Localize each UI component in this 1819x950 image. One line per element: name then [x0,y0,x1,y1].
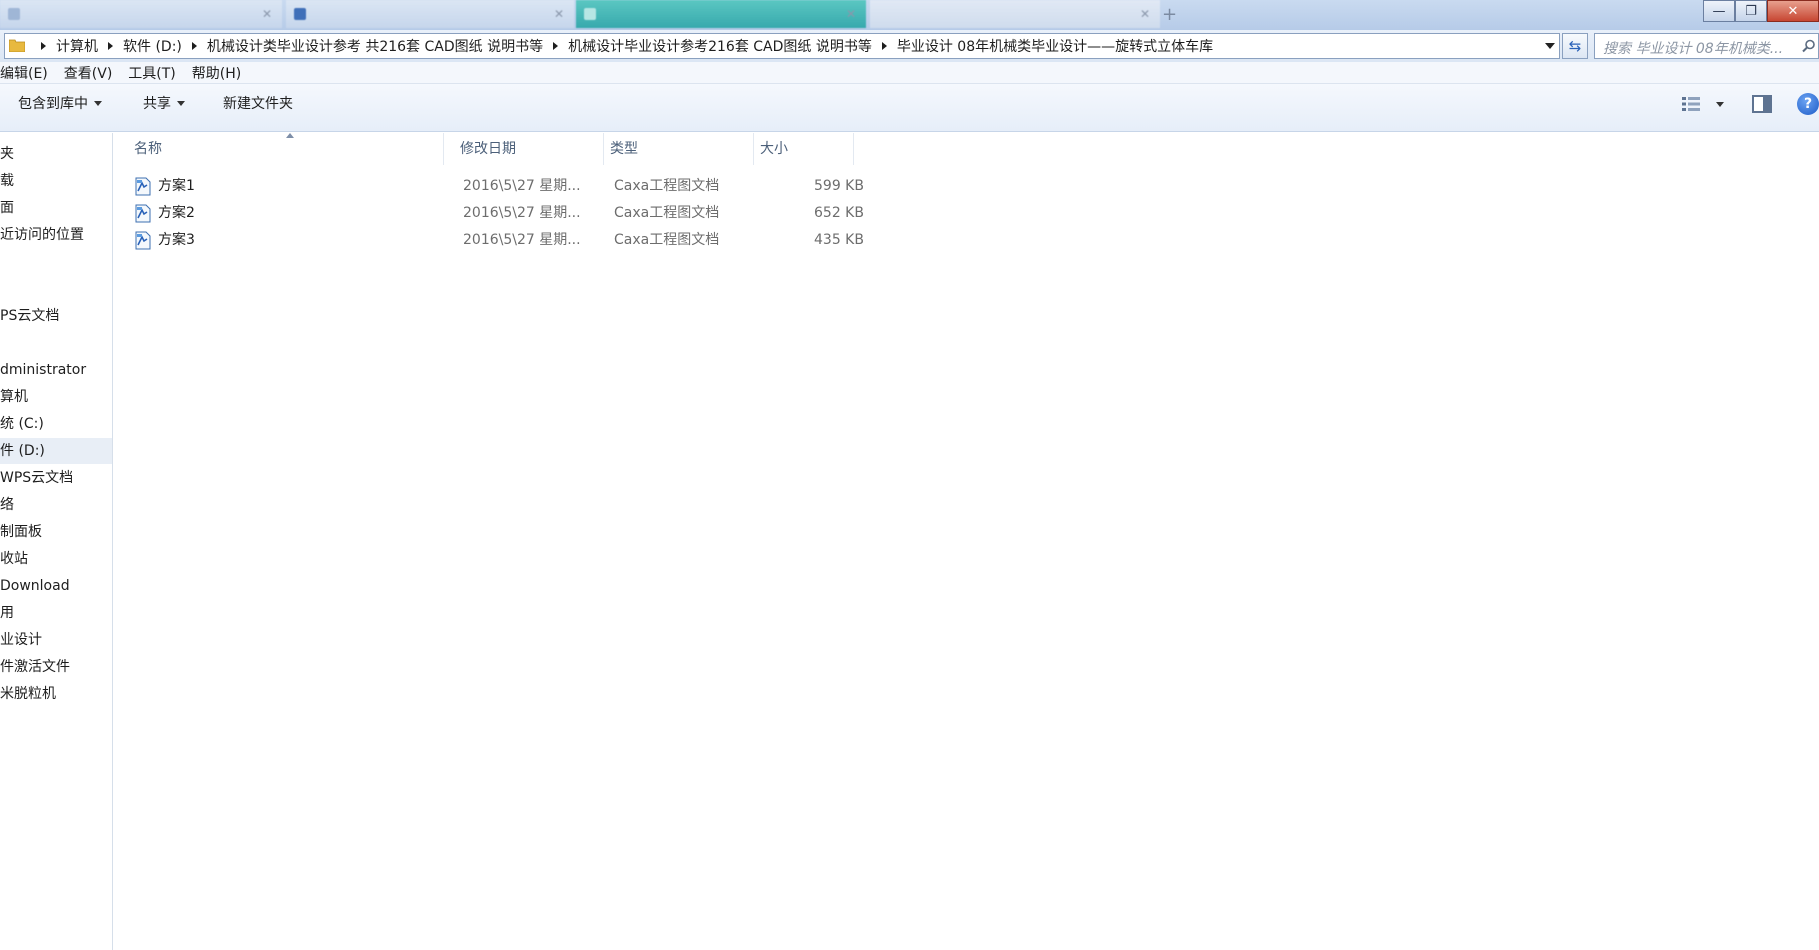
column-header-type[interactable]: 类型 [604,133,754,165]
file-name: 方案1 [158,178,195,194]
search-placeholder: 搜索 毕业设计 08年机械类... [1603,41,1784,57]
close-tab-icon[interactable]: ✕ [846,0,856,28]
file-type: Caxa工程图文档 [614,205,720,221]
close-tab-icon[interactable]: ✕ [262,0,272,28]
file-row[interactable]: 方案1 2016\5\27 星期... Caxa工程图文档 599 KB [134,173,974,199]
nav-item-downloads[interactable]: 载 [0,168,14,194]
caxa-file-icon [135,231,151,250]
address-bar[interactable]: 计算机 软件 (D:) 机械设计类毕业设计参考 共216套 CAD图纸 说明书等… [4,33,1560,59]
nav-item-control-panel[interactable]: 制面板 [0,519,42,545]
breadcrumb-separator-icon[interactable] [553,42,559,50]
view-options-icon[interactable] [1682,96,1702,112]
chevron-down-icon [94,100,102,106]
file-name: 方案2 [158,205,195,221]
file-date: 2016\5\27 星期... [463,232,581,248]
new-tab-icon[interactable]: + [1162,4,1177,25]
file-size: 652 KB [814,205,864,221]
window-controls: — ❐ ✕ [1703,0,1819,22]
new-folder-label: 新建文件夹 [223,96,293,112]
maximize-button[interactable]: ❐ [1735,0,1767,22]
preview-pane-icon[interactable] [1752,95,1772,113]
breadcrumb-folder-1[interactable]: 机械设计类毕业设计参考 共216套 CAD图纸 说明书等 [207,36,543,56]
new-folder-button[interactable]: 新建文件夹 [223,84,293,122]
nav-item-drive-c[interactable]: 统 (C:) [0,411,44,437]
navigation-pane: 夹 载 面 近访问的位置 PS云文档 dministrator 算机 统 (C:… [0,133,113,950]
file-row[interactable]: 方案3 2016\5\27 星期... Caxa工程图文档 435 KB [134,227,974,253]
chevron-down-icon [177,100,185,106]
nav-item-wps-cloud[interactable]: PS云文档 [0,303,59,329]
breadcrumb: 计算机 软件 (D:) 机械设计类毕业设计参考 共216套 CAD图纸 说明书等… [31,34,1213,58]
browser-tab[interactable]: ✕ [286,0,574,28]
address-dropdown-icon[interactable] [1545,43,1555,49]
nav-item-administrator[interactable]: dministrator [0,357,86,383]
file-type: Caxa工程图文档 [614,232,720,248]
breadcrumb-separator-icon[interactable] [41,42,46,50]
file-name: 方案3 [158,232,195,248]
menu-edit[interactable]: 编辑(E) [0,63,48,83]
menu-bar: 编辑(E) 查看(V) 工具(T) 帮助(H) [0,62,1819,84]
nav-item-network[interactable]: 络 [0,492,14,518]
browser-tab[interactable]: ✕ [0,0,282,28]
refresh-icon: ⇆ [1568,37,1582,55]
close-tab-icon[interactable]: ✕ [554,0,564,28]
tab-icon [294,8,306,20]
file-size: 599 KB [814,178,864,194]
caxa-file-icon [135,204,151,223]
browser-tab[interactable]: ✕ [870,0,1160,28]
menu-tools[interactable]: 工具(T) [128,63,175,83]
tab-icon [584,8,596,20]
folder-icon [9,39,25,52]
file-type: Caxa工程图文档 [614,178,720,194]
column-header-date[interactable]: 修改日期 [454,133,604,165]
share-button[interactable]: 共享 [143,84,185,122]
refresh-button[interactable]: ⇆ [1562,33,1588,59]
browser-tab-active[interactable]: ✕ [576,0,866,28]
nav-item-desktop[interactable]: 面 [0,195,14,221]
menu-view[interactable]: 查看(V) [64,63,113,83]
share-label: 共享 [143,96,171,112]
menu-help[interactable]: 帮助(H) [192,63,241,83]
nav-item-activation-files[interactable]: 件激活文件 [0,654,70,680]
file-list: 名称 修改日期 类型 大小 方案1 2016\5\27 星期... Caxa工程… [114,133,1819,950]
column-header-size[interactable]: 大小 [754,133,854,165]
breadcrumb-separator-icon[interactable] [191,42,197,50]
nav-item-apps[interactable]: 用 [0,600,14,626]
file-row[interactable]: 方案2 2016\5\27 星期... Caxa工程图文档 652 KB [134,200,974,226]
nav-item-drive-d[interactable]: 件 (D:) [0,438,112,464]
nav-item-favorites[interactable]: 夹 [0,141,14,167]
search-icon[interactable] [1802,39,1816,53]
command-toolbar: 包含到库中 共享 新建文件夹 ? [0,84,1819,132]
breadcrumb-separator-icon[interactable] [108,42,113,50]
nav-item-graduation-design[interactable]: 业设计 [0,627,42,653]
file-size: 435 KB [814,232,864,248]
close-button[interactable]: ✕ [1767,0,1819,22]
nav-item-thresher[interactable]: 米脱粒机 [0,681,56,707]
caxa-file-icon [135,177,151,196]
breadcrumb-folder-2[interactable]: 机械设计毕业设计参考216套 CAD图纸 说明书等 [568,36,872,56]
view-options-chevron-icon[interactable] [1716,102,1724,107]
nav-item-download[interactable]: Download [0,573,70,599]
include-in-library-button[interactable]: 包含到库中 [18,84,102,122]
minimize-button[interactable]: — [1703,0,1735,22]
nav-item-computer[interactable]: 算机 [0,384,28,410]
file-date: 2016\5\27 星期... [463,205,581,221]
sort-ascending-icon [286,133,294,138]
file-date: 2016\5\27 星期... [463,178,581,194]
close-tab-icon[interactable]: ✕ [1140,0,1150,28]
nav-item-wps-cloud-docs[interactable]: WPS云文档 [0,465,73,491]
nav-item-recycle-bin[interactable]: 收站 [0,546,28,572]
help-icon[interactable]: ? [1797,93,1819,115]
breadcrumb-separator-icon[interactable] [881,42,887,50]
address-row: 计算机 软件 (D:) 机械设计类毕业设计参考 共216套 CAD图纸 说明书等… [0,30,1819,62]
breadcrumb-drive-d[interactable]: 软件 (D:) [123,36,182,56]
breadcrumb-folder-3[interactable]: 毕业设计 08年机械类毕业设计——旋转式立体车库 [897,36,1213,56]
search-input[interactable]: 搜索 毕业设计 08年机械类... [1594,33,1819,59]
title-bar: ✕ ✕ ✕ ✕ + — ❐ ✕ [0,0,1819,30]
nav-item-recent-places[interactable]: 近访问的位置 [0,222,84,248]
include-in-library-label: 包含到库中 [18,96,88,112]
tab-icon [8,8,20,20]
breadcrumb-computer[interactable]: 计算机 [56,36,98,56]
